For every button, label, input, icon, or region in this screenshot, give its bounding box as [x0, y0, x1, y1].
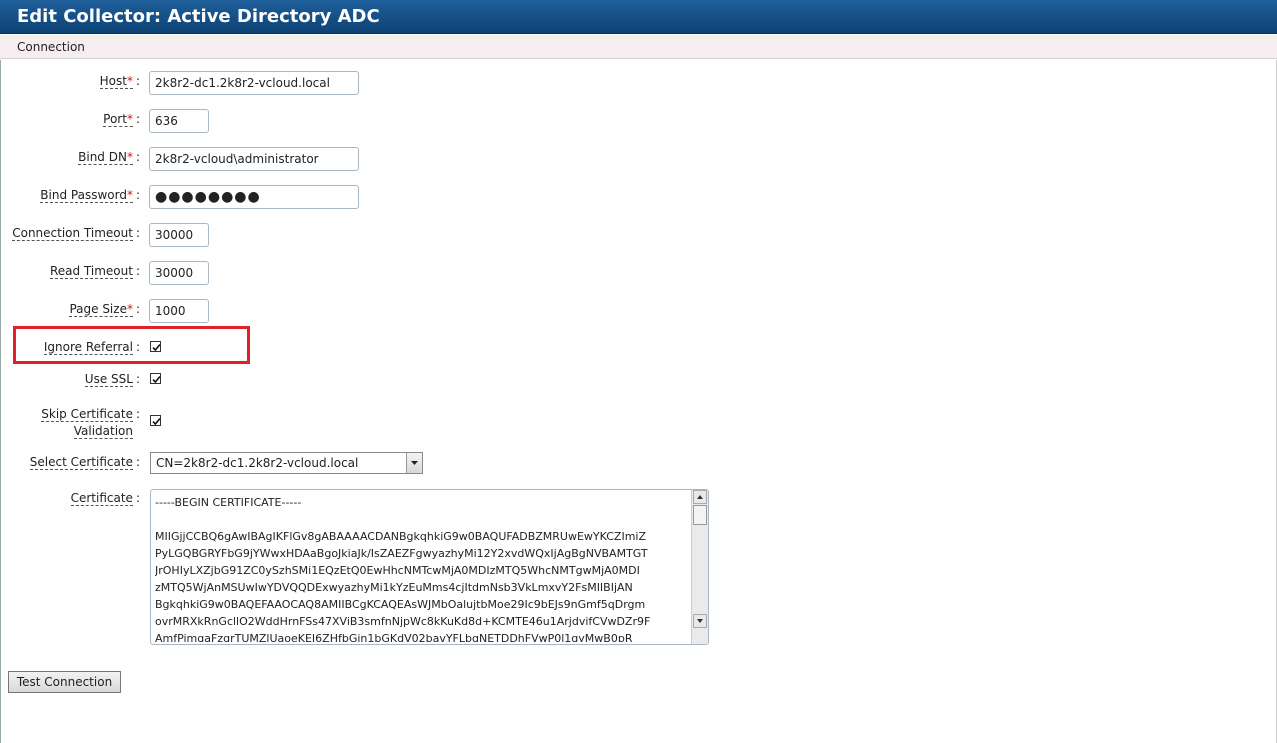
scroll-thumb[interactable]	[693, 505, 707, 525]
bind-password-input[interactable]	[149, 185, 359, 209]
scroll-up-button[interactable]	[693, 490, 707, 504]
certificate-text: -----BEGIN CERTIFICATE----- MIIGjjCCBQ6g…	[155, 496, 651, 642]
skip-cert-validation-label: Skip Certificate: Validation	[41, 407, 140, 439]
required-marker: *	[126, 188, 133, 202]
certificate-label: Certificate:	[70, 491, 140, 506]
scroll-up-icon	[697, 495, 703, 499]
vertical-scrollbar[interactable]	[691, 490, 708, 644]
host-input[interactable]	[149, 71, 359, 95]
select-certificate-label: Select Certificate:	[29, 455, 140, 470]
read-timeout-label: Read Timeout:	[49, 264, 140, 279]
certificate-label-text: Certificate	[70, 491, 133, 506]
bind-password-label: Bind Password*:	[40, 188, 140, 203]
scroll-down-button[interactable]	[693, 614, 707, 628]
required-marker: *	[126, 112, 133, 126]
checkmark-icon	[152, 375, 161, 384]
dropdown-arrow-icon[interactable]	[406, 453, 422, 473]
test-connection-button[interactable]: Test Connection	[8, 671, 121, 693]
read-timeout-label-text: Read Timeout	[49, 264, 133, 279]
bind-dn-input[interactable]	[149, 147, 359, 171]
bind-dn-label-text: Bind DN	[78, 150, 127, 164]
host-label-text: Host	[99, 74, 127, 88]
certificate-textarea[interactable]: -----BEGIN CERTIFICATE----- MIIGjjCCBQ6g…	[150, 489, 709, 645]
tab-connection[interactable]: Connection	[17, 40, 85, 54]
port-label-text: Port	[103, 112, 127, 126]
use-ssl-label-text: Use SSL	[84, 372, 133, 387]
port-label: Port*:	[103, 112, 140, 127]
select-certificate-value: CN=2k8r2-dc1.2k8r2-vcloud.local	[156, 456, 359, 470]
title-bar: Edit Collector: Active Directory ADC	[0, 0, 1277, 34]
connection-timeout-label: Connection Timeout:	[12, 226, 140, 241]
select-certificate-dropdown[interactable]: CN=2k8r2-dc1.2k8r2-vcloud.local	[150, 452, 423, 474]
skip-cert-validation-checkbox[interactable]	[150, 415, 161, 426]
page-size-input[interactable]	[149, 299, 209, 323]
left-border	[0, 60, 1, 743]
skip-cert-label-line1: Skip Certificate	[41, 407, 133, 422]
required-marker: *	[126, 302, 133, 316]
highlight-box	[13, 326, 250, 364]
page-size-label: Page Size*:	[69, 302, 140, 317]
window-title: Edit Collector: Active Directory ADC	[17, 6, 380, 27]
host-label: Host*:	[99, 74, 140, 89]
use-ssl-checkbox[interactable]	[150, 373, 161, 384]
use-ssl-label: Use SSL:	[84, 372, 140, 387]
scroll-down-icon	[697, 619, 703, 623]
page-size-label-text: Page Size	[69, 302, 127, 316]
bind-dn-label: Bind DN*:	[78, 150, 140, 165]
bind-password-label-text: Bind Password	[40, 188, 127, 202]
required-marker: *	[126, 150, 133, 164]
checkmark-icon	[152, 417, 161, 426]
port-input[interactable]	[149, 109, 209, 133]
skip-cert-label-line2: Validation	[73, 424, 133, 439]
connection-timeout-label-text: Connection Timeout	[12, 226, 133, 241]
tab-bar: Connection	[0, 35, 1277, 59]
required-marker: *	[126, 74, 133, 88]
select-certificate-label-text: Select Certificate	[29, 455, 133, 470]
connection-timeout-input[interactable]	[149, 223, 209, 247]
read-timeout-input[interactable]	[149, 261, 209, 285]
